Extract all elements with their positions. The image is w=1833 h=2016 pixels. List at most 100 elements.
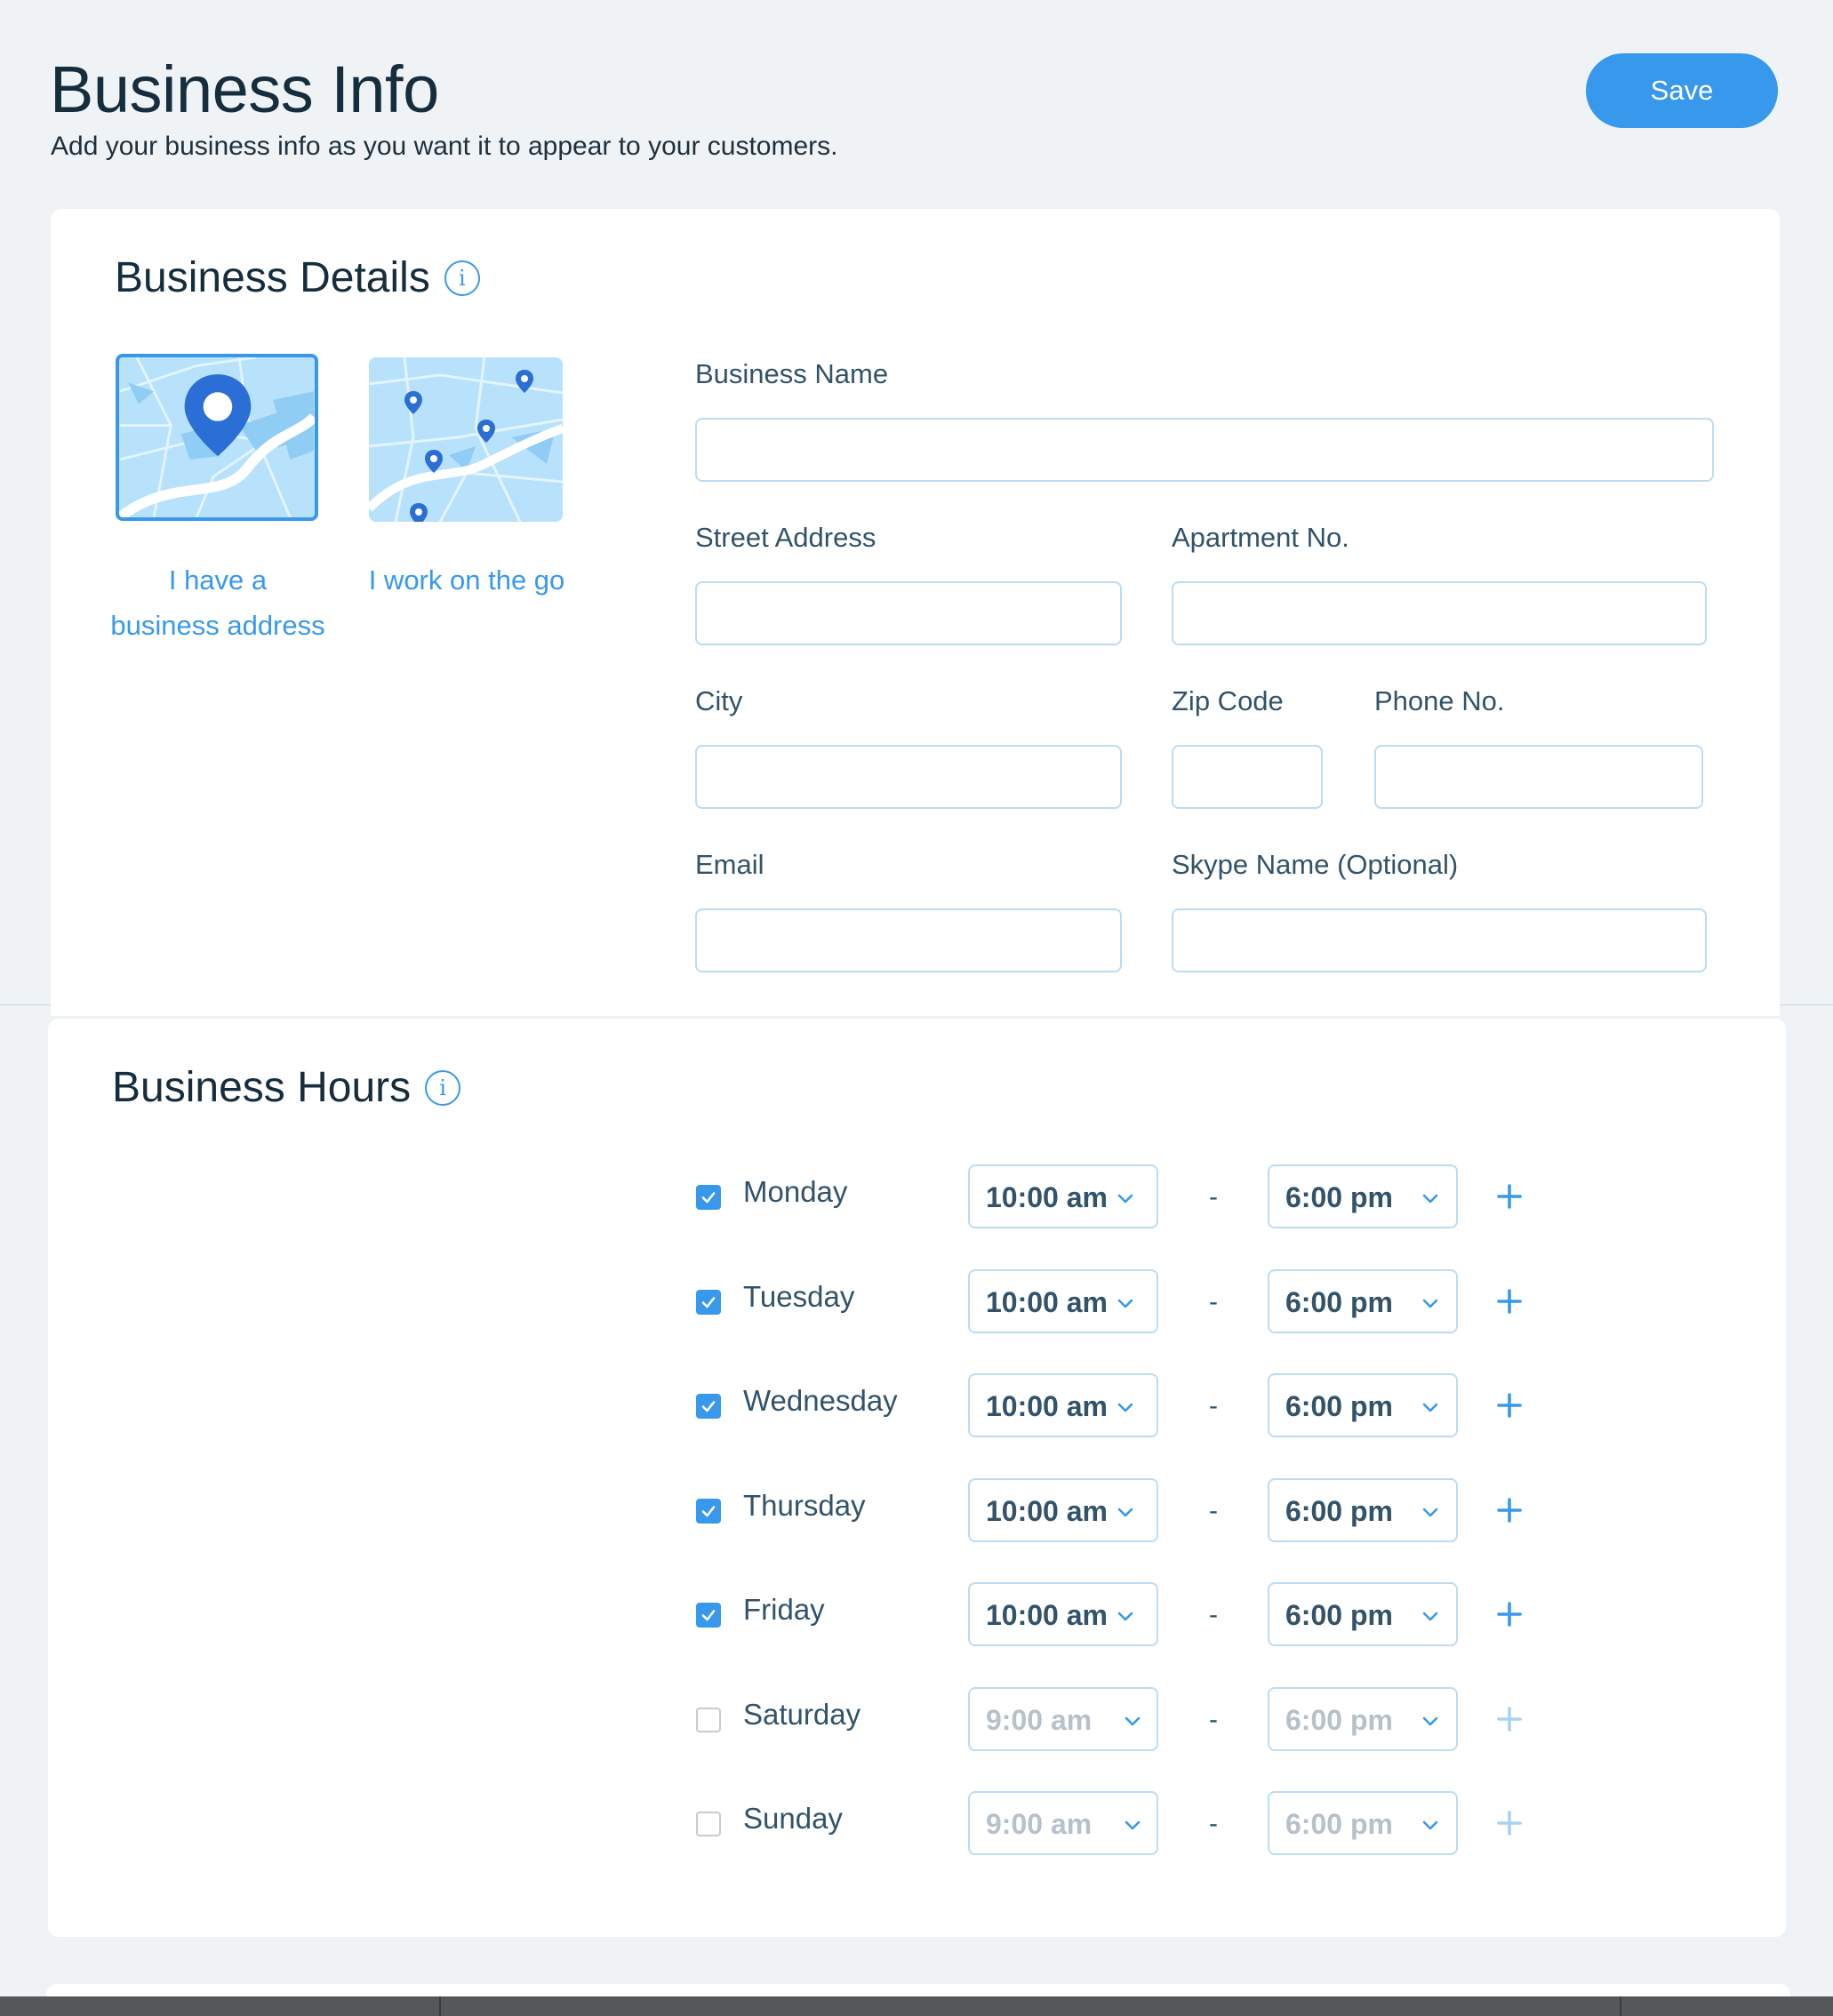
business-details-heading: Business Details: [115, 254, 430, 301]
add-hours-button[interactable]: [1490, 1491, 1529, 1530]
map-illustration: [119, 357, 315, 517]
close-time-select[interactable]: 6:00 pm: [1268, 1478, 1458, 1542]
skype-name-label: Skype Name (Optional): [1172, 849, 1459, 880]
apartment-no-input[interactable]: [1172, 581, 1707, 645]
business-info-page: Business Info Add your business info as …: [0, 0, 1833, 2016]
open-time-select[interactable]: 9:00 am: [968, 1687, 1158, 1751]
hours-row-saturday: Saturday 9:00 am - 6:00 pm: [48, 1687, 1786, 1751]
skype-name-input[interactable]: [1172, 908, 1707, 972]
close-time-value: 6:00 pm: [1285, 1808, 1393, 1840]
close-time-select[interactable]: 6:00 pm: [1268, 1373, 1458, 1437]
business-address-label[interactable]: I have a business address: [98, 557, 338, 648]
time-range-separator: -: [1209, 1496, 1218, 1525]
close-time-select[interactable]: 6:00 pm: [1268, 1687, 1458, 1751]
map-illustration: [369, 357, 563, 522]
close-time-select[interactable]: 6:00 pm: [1268, 1164, 1458, 1228]
add-hours-button[interactable]: [1490, 1804, 1529, 1843]
page-subtitle: Add your business info as you want it to…: [51, 132, 838, 161]
save-button[interactable]: Save: [1586, 53, 1778, 128]
zip-code-input[interactable]: [1172, 745, 1323, 809]
close-time-value: 6:00 pm: [1285, 1704, 1393, 1736]
open-time-select[interactable]: 10:00 am: [968, 1164, 1158, 1228]
close-time-value: 6:00 pm: [1285, 1390, 1393, 1422]
city-input[interactable]: [695, 745, 1122, 809]
open-time-value: 10:00 am: [986, 1390, 1108, 1422]
business-hours-heading: Business Hours: [112, 1064, 412, 1111]
chevron-down-icon: [1123, 1815, 1142, 1835]
info-icon[interactable]: i: [425, 1069, 461, 1106]
open-time-value: 10:00 am: [986, 1599, 1108, 1631]
plus-icon: [1497, 1602, 1522, 1627]
hours-row-monday: Monday 10:00 am - 6:00 pm: [48, 1164, 1786, 1228]
day-checkbox[interactable]: [696, 1812, 721, 1836]
business-address-label-line2: business address: [110, 610, 325, 641]
open-time-select[interactable]: 10:00 am: [968, 1269, 1158, 1333]
close-time-value: 6:00 pm: [1285, 1495, 1393, 1527]
business-name-input[interactable]: [695, 418, 1714, 482]
bottom-bar-divider: [1620, 1996, 1621, 2016]
day-label: Monday: [743, 1175, 848, 1208]
chevron-down-icon: [1421, 1815, 1440, 1835]
add-hours-button[interactable]: [1490, 1177, 1529, 1216]
open-time-select[interactable]: 10:00 am: [968, 1582, 1158, 1646]
chevron-down-icon: [1421, 1293, 1440, 1313]
close-time-select[interactable]: 6:00 pm: [1268, 1791, 1458, 1855]
open-time-select[interactable]: 10:00 am: [968, 1373, 1158, 1437]
day-checkbox[interactable]: [696, 1394, 721, 1419]
open-time-select[interactable]: 9:00 am: [968, 1791, 1158, 1855]
work-on-the-go-label-line1: I work on the go: [368, 564, 565, 596]
open-time-value: 10:00 am: [986, 1286, 1108, 1318]
checkmark-icon: [701, 1297, 716, 1308]
day-checkbox[interactable]: [696, 1185, 721, 1210]
time-range-separator: -: [1209, 1809, 1218, 1838]
chevron-down-icon: [1123, 1711, 1142, 1731]
day-checkbox[interactable]: [696, 1499, 721, 1524]
chevron-down-icon: [1116, 1293, 1135, 1313]
day-checkbox[interactable]: [696, 1290, 721, 1315]
close-time-value: 6:00 pm: [1285, 1181, 1393, 1213]
work-on-the-go-label[interactable]: I work on the go: [344, 557, 589, 603]
day-label: Friday: [743, 1593, 825, 1626]
plus-icon: [1497, 1393, 1522, 1418]
bottom-bar: [0, 1996, 1833, 2016]
plus-icon: [1497, 1498, 1522, 1523]
open-time-select[interactable]: 10:00 am: [968, 1478, 1158, 1542]
street-address-label: Street Address: [695, 522, 876, 553]
time-range-separator: -: [1209, 1600, 1218, 1629]
chevron-down-icon: [1421, 1606, 1440, 1626]
plus-icon: [1497, 1289, 1522, 1314]
chevron-down-icon: [1116, 1502, 1135, 1522]
open-time-value: 9:00 am: [986, 1808, 1093, 1840]
work-on-the-go-option[interactable]: [369, 357, 563, 522]
hours-row-tuesday: Tuesday 10:00 am - 6:00 pm: [48, 1269, 1786, 1333]
hours-row-friday: Friday 10:00 am - 6:00 pm: [48, 1582, 1786, 1646]
add-hours-button[interactable]: [1490, 1386, 1529, 1425]
plus-icon: [1497, 1707, 1522, 1732]
plus-icon: [1497, 1811, 1522, 1836]
day-label: Tuesday: [743, 1280, 855, 1313]
phone-no-input[interactable]: [1374, 745, 1703, 809]
day-checkbox[interactable]: [696, 1603, 721, 1628]
add-hours-button[interactable]: [1490, 1700, 1529, 1739]
hours-row-thursday: Thursday 10:00 am - 6:00 pm: [48, 1478, 1786, 1542]
plus-icon: [1497, 1184, 1522, 1209]
bottom-bar-divider: [439, 1996, 441, 2016]
open-time-value: 9:00 am: [986, 1704, 1093, 1736]
street-address-input[interactable]: [695, 581, 1122, 645]
info-icon[interactable]: i: [444, 260, 480, 296]
email-input[interactable]: [695, 908, 1122, 972]
zip-code-label: Zip Code: [1172, 685, 1284, 716]
add-hours-button[interactable]: [1490, 1595, 1529, 1634]
close-time-select[interactable]: 6:00 pm: [1268, 1269, 1458, 1333]
chevron-down-icon: [1116, 1397, 1135, 1417]
checkmark-icon: [701, 1401, 716, 1412]
chevron-down-icon: [1421, 1188, 1440, 1208]
close-time-value: 6:00 pm: [1285, 1286, 1393, 1318]
day-checkbox[interactable]: [696, 1708, 721, 1732]
chevron-down-icon: [1116, 1188, 1135, 1208]
add-hours-button[interactable]: [1490, 1282, 1529, 1321]
close-time-select[interactable]: 6:00 pm: [1268, 1582, 1458, 1646]
chevron-down-icon: [1116, 1606, 1135, 1626]
checkmark-icon: [701, 1192, 716, 1204]
business-address-option[interactable]: [116, 354, 318, 521]
